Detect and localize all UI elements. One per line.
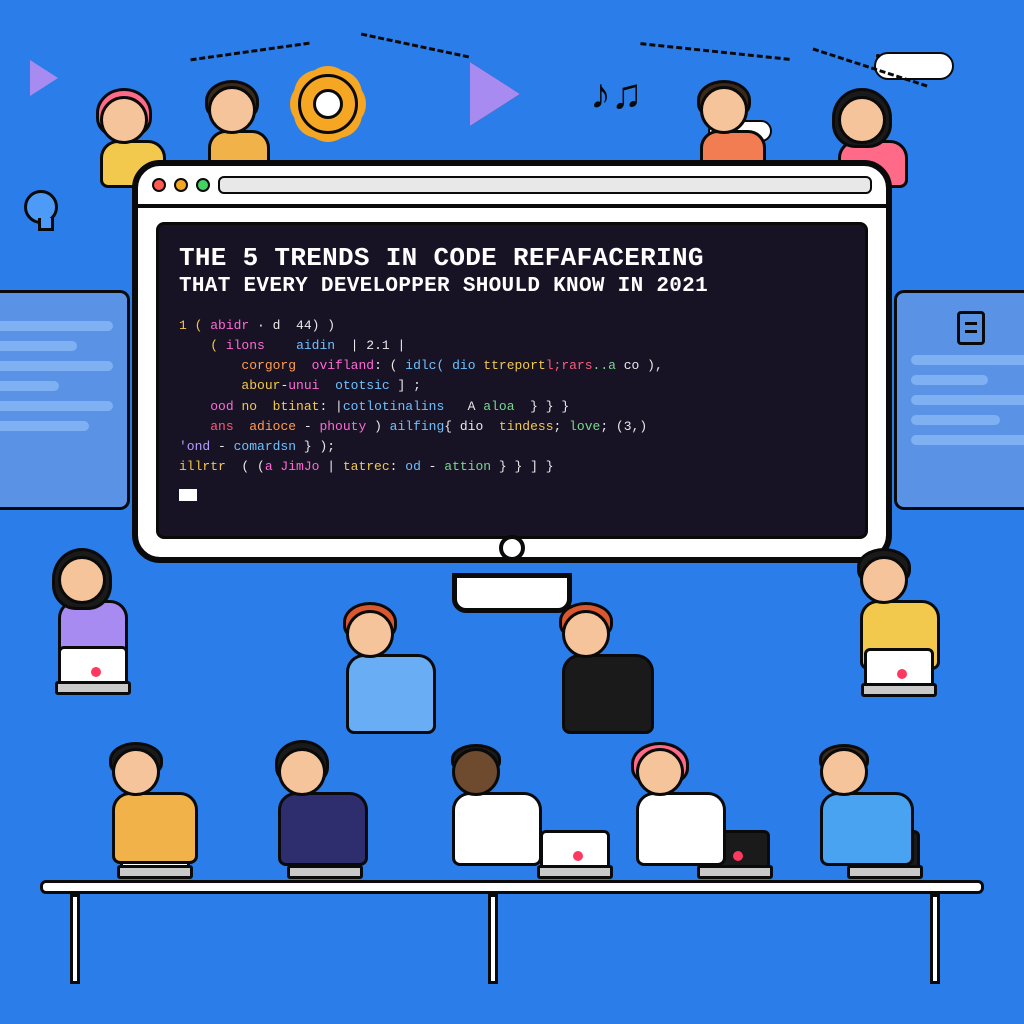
developer-illustration bbox=[562, 610, 654, 734]
code-editor: THE 5 TRENDS IN CODE REFAFACERING THAT E… bbox=[156, 222, 868, 539]
developer-illustration bbox=[112, 748, 198, 864]
minimize-icon[interactable] bbox=[174, 178, 188, 192]
article-title-line2: THAT EVERY DEVELOPPER SHOULD KNOW IN 202… bbox=[179, 275, 845, 298]
code-line: illrtr ( (a JimJo | tatrec: od - attion … bbox=[179, 457, 845, 477]
laptop-icon bbox=[58, 646, 128, 690]
zoom-icon[interactable] bbox=[196, 178, 210, 192]
laptop-icon bbox=[864, 648, 934, 692]
code-line: abour-unui ototsic ] ; bbox=[179, 376, 845, 396]
developer-illustration bbox=[58, 556, 128, 670]
arrow-icon bbox=[812, 48, 927, 88]
play-icon bbox=[30, 60, 58, 96]
text-cursor bbox=[179, 489, 197, 501]
document-icon bbox=[957, 311, 985, 345]
play-icon bbox=[470, 62, 520, 126]
desk-leg bbox=[488, 894, 498, 984]
music-note-icon: ♪♫ bbox=[590, 70, 643, 118]
developer-illustration bbox=[278, 748, 368, 866]
code-line: 'ond - comardsn } ); bbox=[179, 437, 845, 457]
side-panel-left bbox=[0, 290, 130, 510]
arrow-icon bbox=[361, 33, 469, 59]
monitor-stand bbox=[452, 573, 572, 613]
side-panel-right bbox=[894, 290, 1024, 510]
laptop-icon bbox=[540, 830, 610, 874]
developer-illustration bbox=[820, 748, 914, 866]
home-button-icon bbox=[499, 535, 525, 561]
developer-illustration bbox=[452, 748, 542, 866]
desk bbox=[40, 880, 984, 894]
article-title-line1: THE 5 TRENDS IN CODE REFAFACERING bbox=[179, 243, 845, 273]
close-icon[interactable] bbox=[152, 178, 166, 192]
code-line: 1 ( abidr · d 44) ) bbox=[179, 316, 845, 336]
developer-illustration bbox=[860, 556, 940, 670]
arrow-icon bbox=[640, 42, 789, 61]
window-titlebar bbox=[138, 166, 886, 208]
code-line: ood no btinat: |cotlotinalins A aloa } }… bbox=[179, 397, 845, 417]
code-line: ans adioce - phouty ) ailfing{ dio tinde… bbox=[179, 417, 845, 437]
cloud-icon bbox=[874, 52, 954, 80]
developer-illustration bbox=[346, 610, 436, 734]
lightbulb-icon bbox=[24, 190, 58, 224]
code-line: ( ilons aidin | 2.1 | bbox=[179, 336, 845, 356]
developer-illustration bbox=[636, 748, 726, 866]
gear-icon bbox=[298, 74, 358, 134]
code-block: 1 ( abidr · d 44) ) ( ilons aidin | 2.1 … bbox=[179, 316, 845, 477]
monitor: THE 5 TRENDS IN CODE REFAFACERING THAT E… bbox=[132, 160, 892, 563]
arrow-icon bbox=[190, 42, 309, 62]
address-bar[interactable] bbox=[218, 176, 872, 194]
desk-leg bbox=[70, 894, 80, 984]
desk-leg bbox=[930, 894, 940, 984]
code-line: corgorg ovifland: ( idlc( dio ttreportl;… bbox=[179, 356, 845, 376]
